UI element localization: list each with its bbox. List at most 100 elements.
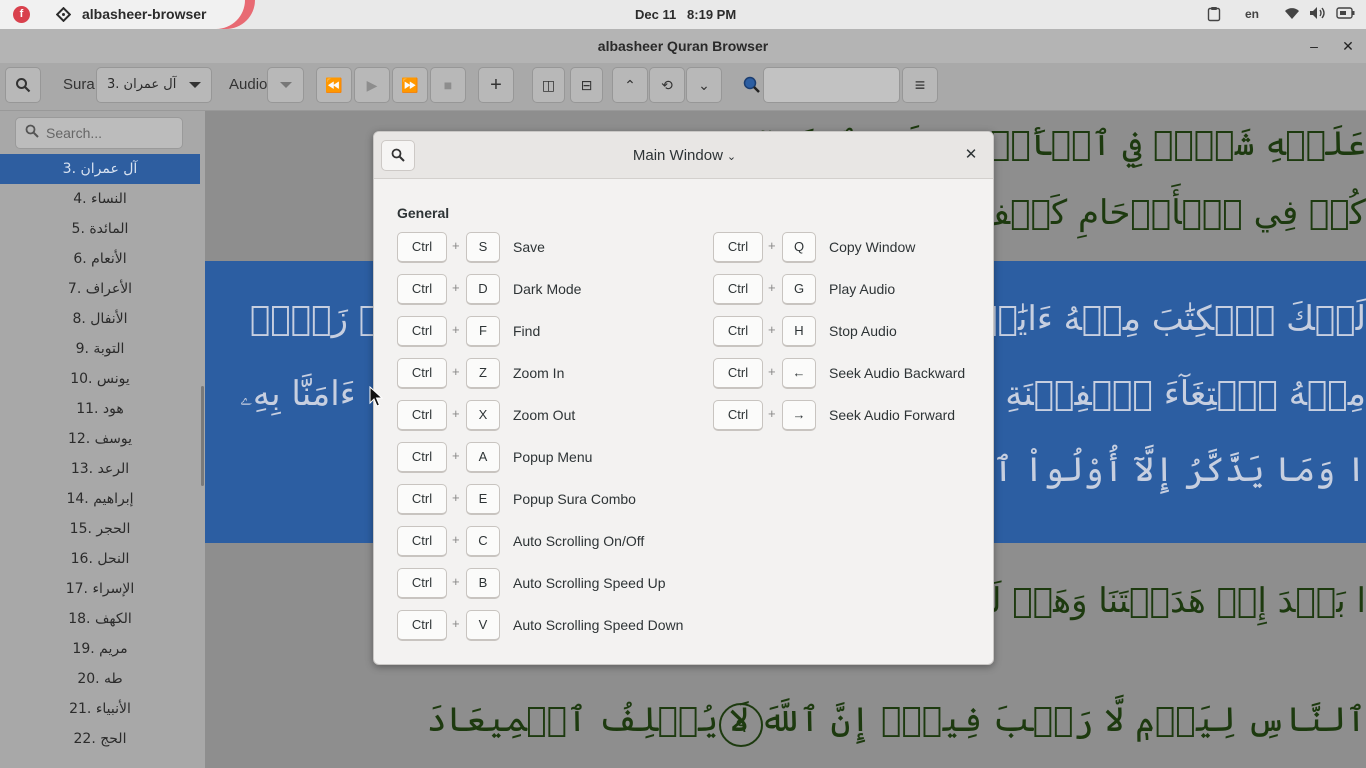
window-minimize-icon: ⊟ bbox=[580, 77, 593, 93]
sura-list-item[interactable]: 11. هود bbox=[0, 394, 200, 424]
shortcut-key: D bbox=[466, 274, 500, 305]
sura-list-item[interactable]: 3. آل عمران bbox=[0, 154, 200, 184]
shortcut-row: Ctrl + Z Zoom In bbox=[397, 358, 677, 390]
sura-list-item[interactable]: 7. الأعراف bbox=[0, 274, 200, 304]
rewind-icon: ⏪ bbox=[325, 77, 343, 93]
minimize-icon[interactable]: – bbox=[1303, 35, 1325, 57]
dark-mode-button[interactable]: ◫ bbox=[532, 67, 565, 103]
shortcut-key: S bbox=[466, 232, 500, 263]
search-placeholder: Search... bbox=[46, 125, 103, 141]
ctrl-key: Ctrl bbox=[397, 316, 447, 347]
sura-list-item[interactable]: 19. مريم bbox=[0, 634, 200, 664]
menu-button[interactable]: ≡ bbox=[902, 67, 938, 103]
ctrl-key: Ctrl bbox=[397, 400, 447, 431]
shortcut-action-label: Play Audio bbox=[829, 281, 896, 297]
shortcut-action-label: Auto Scrolling Speed Down bbox=[513, 617, 684, 633]
shortcut-action-label: Zoom Out bbox=[513, 407, 576, 423]
ctrl-key: Ctrl bbox=[397, 568, 447, 599]
search-icon bbox=[25, 124, 39, 141]
shortcut-key: ← bbox=[782, 358, 816, 389]
sura-list-item[interactable]: 17. الإسراء bbox=[0, 574, 200, 604]
shortcut-key: E bbox=[466, 484, 500, 515]
sidebar-scrollbar[interactable] bbox=[201, 386, 204, 486]
plus-sign: + bbox=[452, 406, 460, 421]
shortcut-action-label: Seek Audio Forward bbox=[829, 407, 956, 423]
sura-list-item[interactable]: 21. الأنبياء bbox=[0, 694, 200, 724]
active-app-name[interactable]: albasheer-browser bbox=[82, 6, 207, 22]
toggle-search-button[interactable] bbox=[5, 67, 41, 103]
sura-list-item[interactable]: 20. طه bbox=[0, 664, 200, 694]
shortcut-row: Ctrl + X Zoom Out bbox=[397, 400, 677, 432]
shortcut-action-label: Seek Audio Backward bbox=[829, 365, 966, 381]
chevron-down-icon: ⌄ bbox=[698, 77, 710, 93]
sura-list-item[interactable]: 12. يوسف bbox=[0, 424, 200, 454]
sura-list-item[interactable]: 5. المائدة bbox=[0, 214, 200, 244]
main-toolbar: Sura 3. آل عمران Audio ⏪ ▶ ⏩ ■ + ◫ ⊟ ⌃ ⟲… bbox=[0, 63, 1366, 111]
sura-list: 3. آل عمران 4. النساء 5. المائدة 6. الأنعام… bbox=[0, 154, 200, 754]
ctrl-key: Ctrl bbox=[713, 274, 763, 305]
rewind-button[interactable]: ⏪ bbox=[316, 67, 352, 103]
fullscreen-button[interactable]: ⊟ bbox=[570, 67, 603, 103]
volume-icon[interactable] bbox=[1309, 6, 1327, 23]
shortcut-action-label: Zoom In bbox=[513, 365, 565, 381]
sura-combo-value: 3. آل عمران bbox=[107, 77, 177, 92]
ctrl-key: Ctrl bbox=[713, 358, 763, 389]
sura-search-input[interactable]: Search... bbox=[15, 117, 183, 149]
play-button[interactable]: ▶ bbox=[354, 67, 390, 103]
shortcut-key: F bbox=[466, 316, 500, 347]
sura-list-item[interactable]: 18. الكهف bbox=[0, 604, 200, 634]
language-indicator[interactable]: en bbox=[1245, 7, 1259, 21]
sura-list-item[interactable]: 13. الرعد bbox=[0, 454, 200, 484]
close-window-icon[interactable]: ✕ bbox=[1337, 35, 1359, 57]
shortcut-action-label: Popup Menu bbox=[513, 449, 593, 465]
shortcut-row: Ctrl + B Auto Scrolling Speed Up bbox=[397, 568, 677, 600]
sura-list-item[interactable]: 15. الحجر bbox=[0, 514, 200, 544]
shortcut-key: Q bbox=[782, 232, 816, 263]
section-selector[interactable]: Main Window ⌄ bbox=[374, 147, 993, 164]
hamburger-menu-icon: ≡ bbox=[914, 75, 926, 95]
fast-forward-button[interactable]: ⏩ bbox=[392, 67, 428, 103]
chevron-up-icon: ⌃ bbox=[624, 77, 636, 93]
plus-sign: + bbox=[768, 322, 776, 337]
clipboard-icon[interactable] bbox=[1207, 6, 1221, 25]
clock[interactable]: Dec 11 8:19 PM bbox=[635, 7, 736, 22]
sura-combo[interactable]: 3. آل عمران bbox=[96, 67, 212, 103]
sura-list-item[interactable]: 10. يونس bbox=[0, 364, 200, 394]
audio-label: Audio bbox=[229, 76, 268, 93]
sura-list-item[interactable]: 16. النحل bbox=[0, 544, 200, 574]
shortcut-action-label: Copy Window bbox=[829, 239, 916, 255]
audio-combo[interactable] bbox=[267, 67, 304, 103]
system-logo-icon[interactable]: f bbox=[13, 6, 30, 23]
sura-list-item[interactable]: 4. النساء bbox=[0, 184, 200, 214]
shortcut-action-label: Stop Audio bbox=[829, 323, 897, 339]
window-title: albasheer Quran Browser bbox=[597, 38, 769, 54]
shortcut-action-label: Auto Scrolling On/Off bbox=[513, 533, 645, 549]
battery-icon[interactable] bbox=[1336, 6, 1356, 23]
ctrl-key: Ctrl bbox=[397, 358, 447, 389]
find-input[interactable] bbox=[763, 67, 900, 103]
stop-button[interactable]: ■ bbox=[430, 67, 466, 103]
sura-list-item[interactable]: 9. التوبة bbox=[0, 334, 200, 364]
ctrl-key: Ctrl bbox=[397, 232, 447, 263]
scroll-down-button[interactable]: ⌄ bbox=[686, 67, 722, 103]
sura-list-item[interactable]: 6. الأنعام bbox=[0, 244, 200, 274]
chevron-down-icon: ⌄ bbox=[726, 151, 737, 163]
shortcut-row: Ctrl + V Auto Scrolling Speed Down bbox=[397, 610, 683, 642]
window-icon: ◫ bbox=[541, 77, 556, 93]
sura-sidebar: Search... 3. آل عمران 4. النساء 5. المائدة… bbox=[0, 111, 205, 768]
shortcut-action-label: Popup Sura Combo bbox=[513, 491, 636, 507]
wifi-icon[interactable] bbox=[1284, 6, 1300, 23]
scroll-up-button[interactable]: ⌃ bbox=[612, 67, 648, 103]
section-title: General bbox=[397, 205, 450, 221]
shortcut-key: V bbox=[466, 610, 500, 641]
shortcut-key: X bbox=[466, 400, 500, 431]
shortcut-row: Ctrl + F Find bbox=[397, 316, 677, 348]
chevron-down-icon bbox=[280, 82, 292, 88]
sura-list-item[interactable]: 14. إبراهيم bbox=[0, 484, 200, 514]
sura-list-item[interactable]: 8. الأنفال bbox=[0, 304, 200, 334]
window-titlebar[interactable]: albasheer Quran Browser – ✕ bbox=[0, 29, 1366, 63]
close-icon[interactable]: ✕ bbox=[961, 145, 981, 165]
zoom-in-button[interactable]: + bbox=[478, 67, 514, 103]
auto-scroll-button[interactable]: ⟲ bbox=[649, 67, 685, 103]
sura-list-item[interactable]: 22. الحج bbox=[0, 724, 200, 754]
